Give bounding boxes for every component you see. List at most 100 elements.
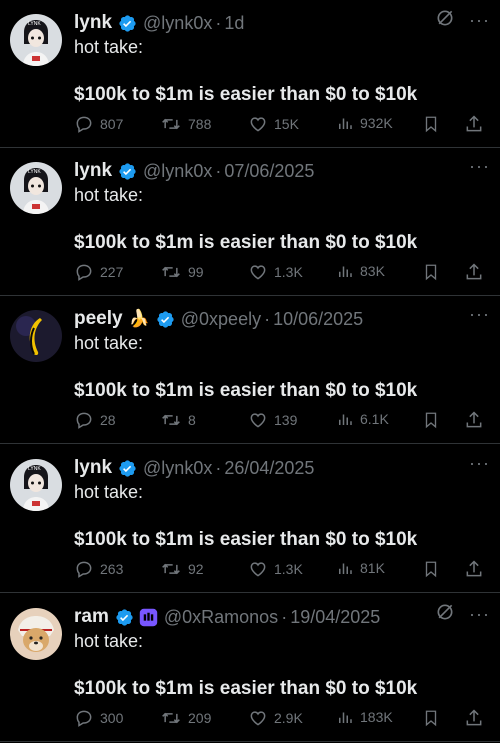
avatar[interactable]: LYNK [10,162,62,214]
tweet-text-line-2: $100k to $1m is easier than $0 to $10k [74,232,418,253]
retweet-count: 99 [188,264,204,280]
affiliate-badge-icon [139,608,158,626]
separator-dot: · [215,12,222,33]
views-button[interactable]: 183K [336,708,393,726]
more-options-icon[interactable]: ··· [469,604,490,625]
like-button[interactable]: 1.3K [248,559,303,579]
user-handle[interactable]: @0xRamonos [164,607,278,628]
reply-button[interactable]: 227 [74,262,123,282]
display-name[interactable]: peely [74,308,123,330]
tweet-top-actions: ··· [435,8,490,33]
tweet-card[interactable]: peely 🍌 @0xpeely · 10/06/2025 ··· hot ta… [0,296,500,444]
like-count: 1.3K [274,264,303,280]
reply-count: 300 [100,710,124,726]
share-icon [464,410,484,430]
reply-button[interactable]: 28 [74,410,116,430]
views-button[interactable]: 932K [336,114,393,132]
retweet-button[interactable]: 92 [160,559,204,579]
bookmark-button[interactable] [422,114,440,134]
action-bar: 28 8 139 6.1K [74,410,490,432]
tweet-date[interactable]: 1d [224,13,244,34]
bookmark-button[interactable] [422,708,440,728]
like-button[interactable]: 1.3K [248,262,303,282]
retweet-icon [160,559,182,579]
more-options-icon[interactable]: ··· [469,304,490,325]
retweet-button[interactable]: 788 [160,114,211,134]
share-button[interactable] [464,708,484,728]
grok-icon [437,604,453,620]
tweet-top-actions: ··· [469,304,490,325]
verified-badge-icon [157,310,174,328]
verified-badge [118,162,137,181]
display-name[interactable]: ram [74,606,109,628]
views-count: 932K [360,115,393,131]
user-handle[interactable]: @0xpeely [181,309,261,330]
retweet-button[interactable]: 99 [160,262,204,282]
grok-button[interactable] [435,602,455,627]
tweet-date[interactable]: 10/06/2025 [273,309,363,330]
bookmark-button[interactable] [422,410,440,430]
tweet-text-line-2: $100k to $1m is easier than $0 to $10k [74,84,418,105]
like-button[interactable]: 2.9K [248,708,303,728]
bookmark-button[interactable] [422,559,440,579]
avatar[interactable]: LYNK [10,459,62,511]
tweet-date[interactable]: 19/04/2025 [290,607,380,628]
reply-button[interactable]: 300 [74,708,123,728]
avatar[interactable]: LYNK [10,14,62,66]
separator-dot: · [215,457,222,478]
retweet-icon [160,262,182,282]
views-button[interactable]: 83K [336,262,385,280]
display-name[interactable]: lynk [74,160,112,182]
tweet-date[interactable]: 26/04/2025 [224,458,314,479]
verified-badge [156,310,175,329]
more-options-icon[interactable]: ··· [469,453,490,474]
more-options-icon[interactable]: ··· [469,156,490,177]
tweet-card[interactable]: LYNK lynk @lynk0x · 07/06/2025 ··· hot t… [0,148,500,296]
share-button[interactable] [464,559,484,579]
retweet-count: 92 [188,561,204,577]
share-button[interactable] [464,410,484,430]
more-options-icon[interactable]: ··· [469,10,490,31]
tweet-text-line-2: $100k to $1m is easier than $0 to $10k [74,380,418,401]
user-handle[interactable]: @lynk0x [143,458,212,479]
tweet-text-line-1: hot take: [74,631,144,651]
bookmark-icon [422,708,440,728]
tweet-card[interactable]: LYNK lynk @lynk0x · 1d ··· hot take: $10… [0,0,500,148]
share-icon [464,262,484,282]
grok-icon [437,10,453,26]
reply-button[interactable]: 807 [74,114,123,134]
tweet-card[interactable]: LYNK lynk @lynk0x · 26/04/2025 ··· hot t… [0,445,500,593]
retweet-button[interactable]: 8 [160,410,196,430]
like-button[interactable]: 139 [248,410,297,430]
reply-button[interactable]: 263 [74,559,123,579]
display-name[interactable]: lynk [74,457,112,479]
tweet-top-actions: ··· [435,602,490,627]
retweet-button[interactable]: 209 [160,708,211,728]
tweet-card[interactable]: ram @0xRamonos · 19/04/2025 ··· hot take… [0,594,500,742]
reply-count: 227 [100,264,124,280]
views-count: 6.1K [360,411,389,427]
bookmark-icon [422,262,440,282]
tweet-text-line-1: hot take: [74,185,144,205]
avatar[interactable] [10,310,62,362]
share-button[interactable] [464,262,484,282]
share-button[interactable] [464,114,484,134]
share-icon [464,114,484,134]
user-handle[interactable]: @lynk0x [143,13,212,34]
views-button[interactable]: 81K [336,559,385,577]
display-name[interactable]: lynk [74,12,112,34]
grok-button[interactable] [435,8,455,33]
heart-icon [248,708,268,728]
svg-text:LYNK: LYNK [28,169,41,175]
tweet-date[interactable]: 07/06/2025 [224,161,314,182]
views-count: 183K [360,709,393,725]
like-button[interactable]: 15K [248,114,299,134]
separator-dot: · [264,308,271,329]
avatar[interactable] [10,608,62,660]
user-handle[interactable]: @lynk0x [143,161,212,182]
views-icon [336,114,354,132]
tweet-text-line-1: hot take: [74,37,144,57]
verified-badge [115,608,134,627]
views-button[interactable]: 6.1K [336,410,389,428]
bookmark-button[interactable] [422,262,440,282]
